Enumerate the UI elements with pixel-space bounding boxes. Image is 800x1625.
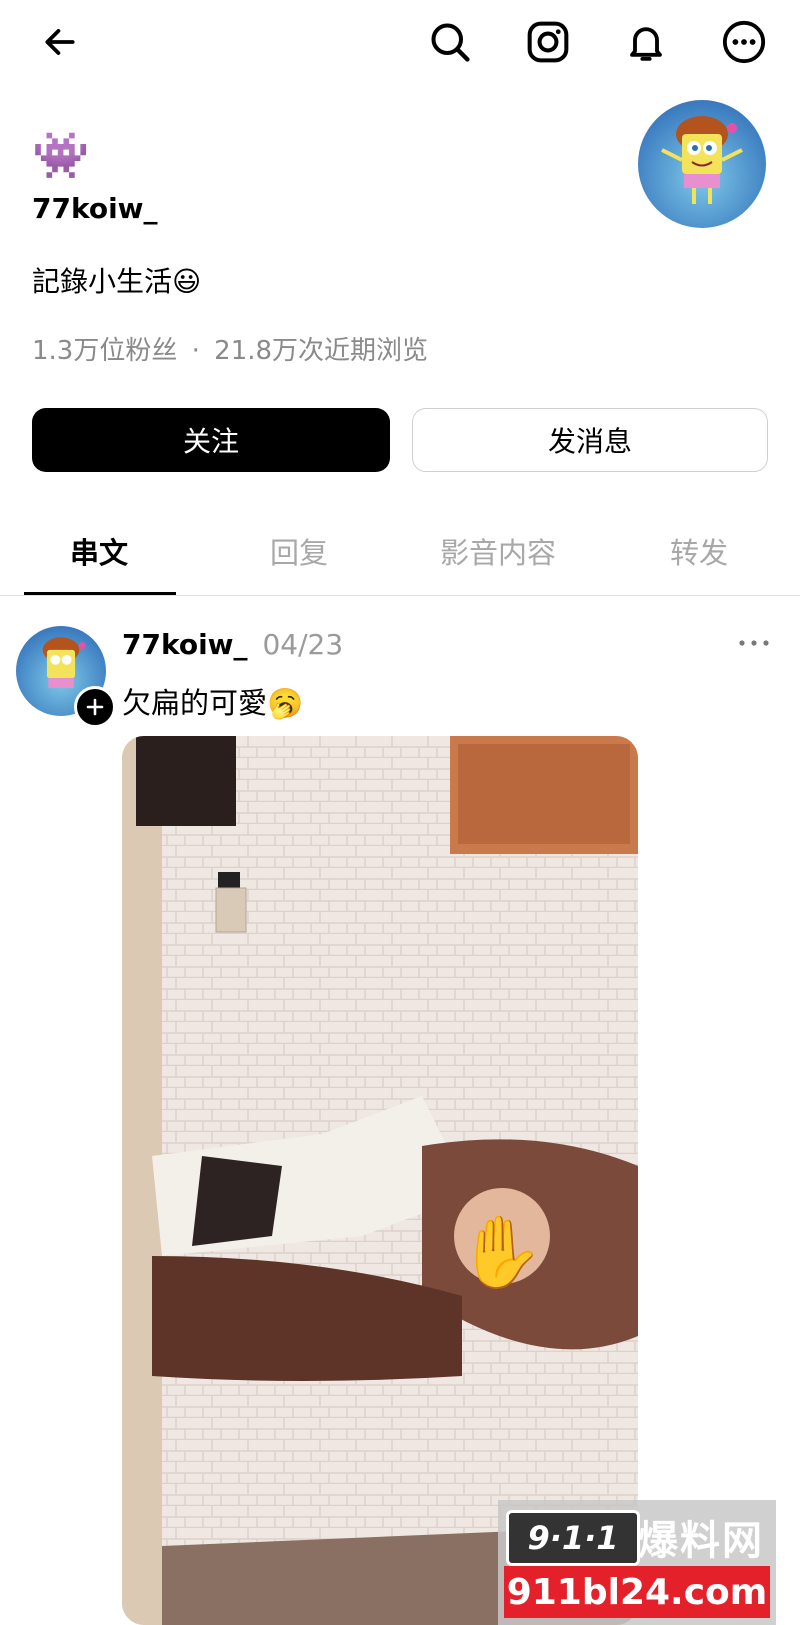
watermark-url: 911bl24.com	[504, 1566, 770, 1618]
bell-icon	[630, 27, 662, 61]
post-date: 04/23	[262, 628, 344, 661]
post-username[interactable]: 77koiw_	[122, 628, 248, 661]
profile-stats[interactable]: 1.3万位粉丝 · 21.8万次近期浏览	[32, 330, 428, 367]
tabs-divider	[0, 595, 800, 596]
message-button[interactable]: 发消息	[412, 408, 768, 472]
follow-button[interactable]: 关注	[32, 408, 390, 472]
profile-bio: 記錄小生活😃	[32, 260, 201, 300]
watermark: 9·1·1 爆料网 911bl24.com	[498, 1500, 776, 1625]
followers-count[interactable]: 1.3万位粉丝	[32, 336, 177, 366]
search-button[interactable]	[424, 16, 476, 68]
svg-text:✋: ✋	[457, 1211, 544, 1293]
follow-plus-badge[interactable]	[74, 686, 116, 728]
profile-username: 77koiw_	[32, 192, 158, 225]
watermark-title: 爆料网	[638, 1518, 764, 1564]
search-icon	[431, 23, 470, 62]
post-more-button[interactable]	[734, 628, 774, 658]
watermark-logo: 9·1·1	[506, 1510, 640, 1566]
stats-separator: ·	[191, 336, 200, 366]
bio-emoji: 😃	[172, 265, 202, 298]
more-options-button[interactable]	[718, 16, 770, 68]
tab-threads[interactable]: 串文	[70, 530, 128, 572]
spongebob-avatar-icon	[661, 116, 743, 204]
profile-avatar[interactable]	[638, 100, 766, 228]
plus-icon	[86, 698, 104, 716]
notifications-button[interactable]	[620, 16, 672, 68]
post-header: 77koiw_ 04/23	[122, 628, 343, 661]
instagram-button[interactable]	[522, 16, 574, 68]
watermark-digits: 9·1·1	[527, 1519, 619, 1557]
photo-illustration: ✋	[122, 736, 638, 1625]
post-image[interactable]: ✋	[122, 736, 638, 1625]
tab-reposts[interactable]: 转发	[670, 530, 728, 572]
instagram-icon	[527, 21, 569, 63]
post-caption: 欠扁的可愛	[122, 686, 268, 720]
arrow-left-icon	[45, 29, 75, 55]
tab-media[interactable]: 影音内容	[440, 530, 556, 572]
tab-replies[interactable]: 回复	[270, 530, 328, 572]
bio-text: 記錄小生活	[32, 265, 173, 298]
post-emoji: 🥱	[267, 686, 304, 720]
post-text: 欠扁的可愛🥱	[122, 680, 303, 722]
profile-badge-emoji: 👾	[32, 128, 90, 182]
views-count: 21.8万次近期浏览	[214, 336, 429, 366]
more-horizontal-icon	[739, 640, 769, 646]
back-button[interactable]	[34, 16, 86, 68]
more-icon	[722, 20, 766, 64]
